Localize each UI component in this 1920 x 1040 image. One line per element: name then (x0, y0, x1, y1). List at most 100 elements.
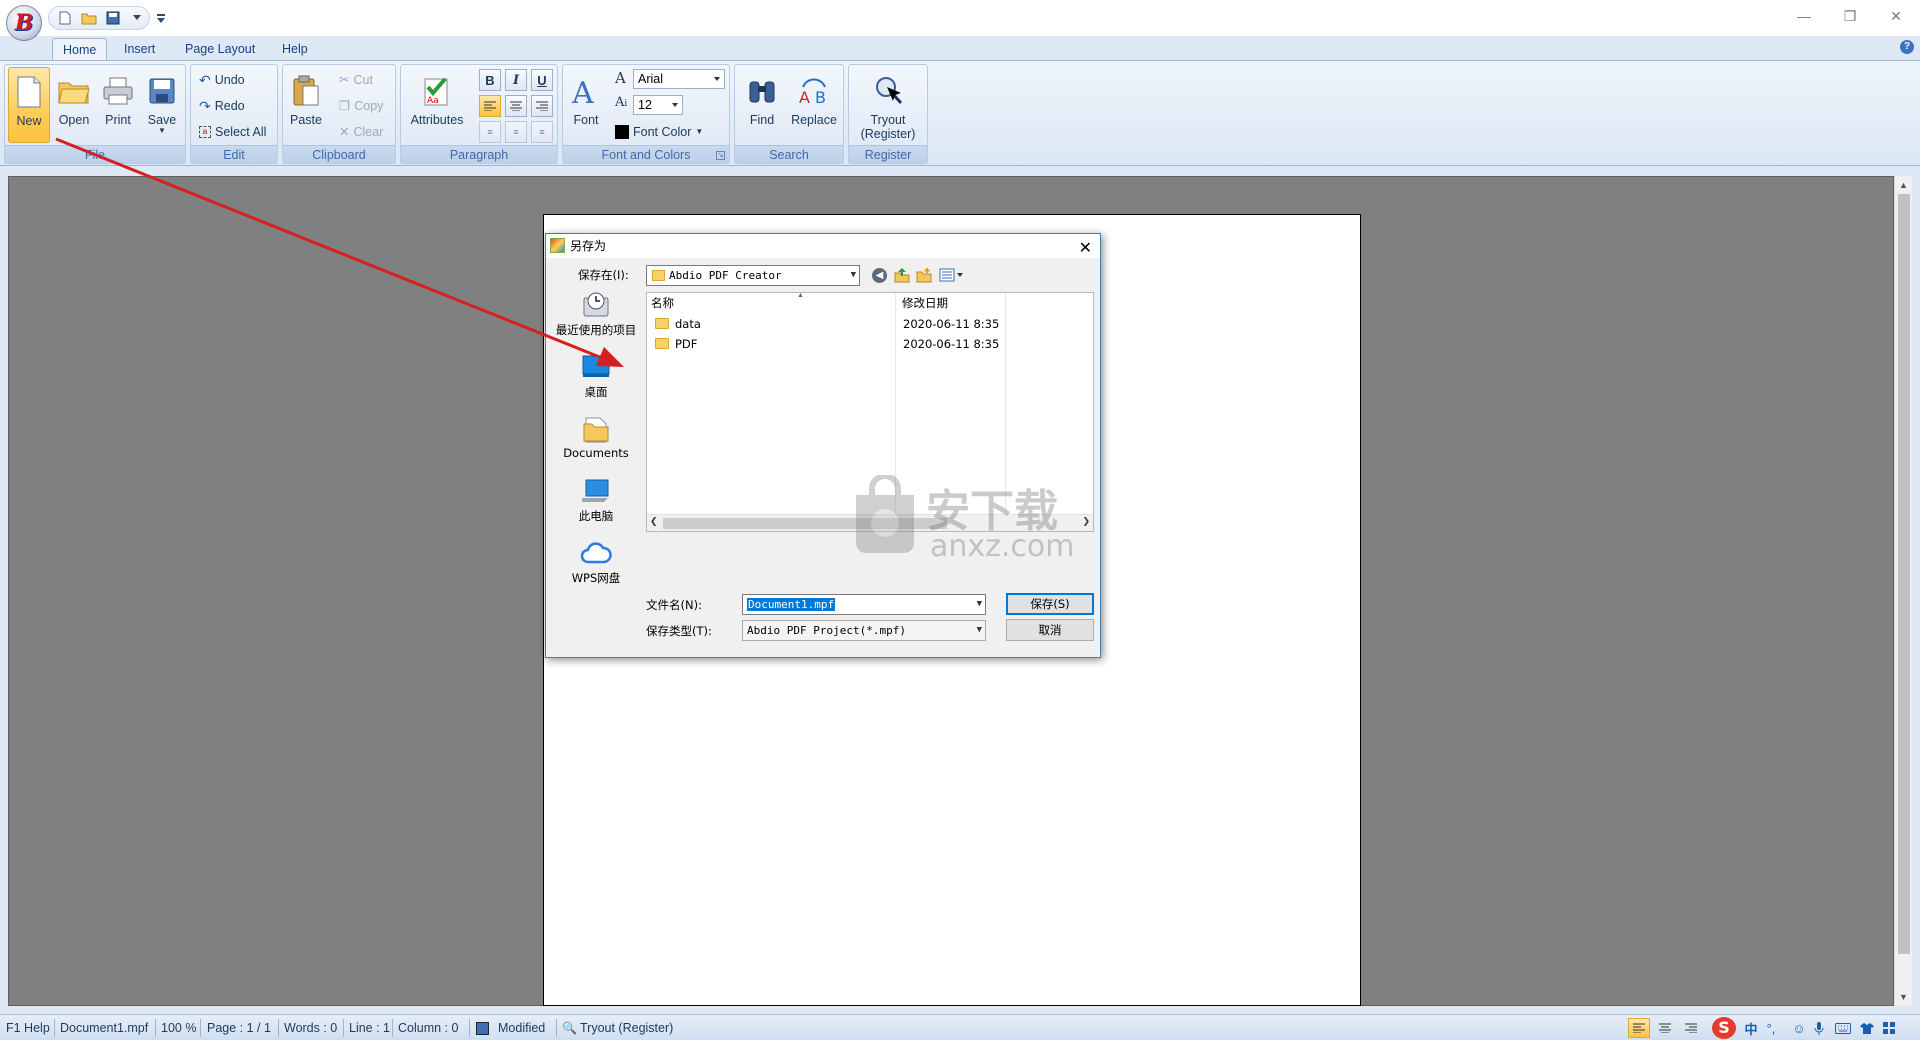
status-tryout[interactable]: Tryout (Register) (580, 1019, 673, 1037)
attributes-label: Attributes (410, 113, 464, 127)
shrink-font-icon[interactable]: Ai (615, 95, 627, 110)
open-button[interactable]: Open (53, 67, 95, 143)
save-in-combo[interactable]: Abdio PDF Creator ▼ (646, 265, 860, 286)
italic-button[interactable]: I (505, 69, 527, 91)
scroll-up-icon[interactable]: ▲ (1899, 180, 1908, 190)
font-name-dropdown-icon[interactable] (712, 70, 722, 88)
tab-insert[interactable]: Insert (114, 38, 165, 60)
save-dropdown-icon[interactable]: ▼ (141, 127, 183, 135)
align-center-button[interactable] (505, 95, 527, 117)
folder-icon (655, 318, 669, 329)
place-documents[interactable]: Documents (552, 414, 640, 460)
font-size-dropdown-icon[interactable] (670, 96, 680, 114)
status-zoom[interactable]: 100 % (161, 1019, 196, 1037)
back-icon[interactable]: ◀ (872, 268, 887, 283)
clear-button[interactable]: ✕ Clear (339, 121, 383, 143)
align-right-icon (536, 101, 548, 111)
keyboard-icon[interactable] (1834, 1018, 1852, 1038)
vertical-scrollbar[interactable]: ▲ ▼ (1894, 176, 1912, 1006)
place-wps-cloud[interactable]: WPS网盘 (552, 538, 640, 586)
dialog-save-button[interactable]: 保存(S) (1006, 593, 1094, 615)
file-row[interactable]: data 2020-06-11 8:35 (653, 315, 1083, 335)
grow-font-icon[interactable]: A (615, 69, 626, 87)
redo-button[interactable]: ↷ Redo (199, 95, 245, 117)
bullet-list-button[interactable]: ≡ (505, 121, 527, 143)
microphone-icon[interactable] (1810, 1018, 1828, 1038)
tab-help[interactable]: Help (272, 38, 318, 60)
undo-button[interactable]: ↶ Undo (199, 69, 245, 91)
place-recent[interactable]: 最近使用的项目 (552, 290, 640, 338)
dialog-close-icon[interactable]: ✕ (1079, 236, 1092, 260)
status-align-left-button[interactable] (1628, 1018, 1650, 1038)
close-window-button[interactable]: ✕ (1876, 4, 1916, 28)
filename-dropdown-icon[interactable]: ▼ (977, 595, 982, 614)
align-right-button[interactable] (531, 95, 553, 117)
toolbox-grid-icon[interactable] (1880, 1018, 1898, 1038)
font-color-button[interactable]: Font Color ▼ (615, 121, 703, 143)
scroll-down-icon[interactable]: ▼ (1899, 992, 1908, 1002)
attributes-button[interactable]: Aa Attributes (409, 67, 465, 143)
customize-qat-icon[interactable] (154, 10, 168, 26)
tryout-register-button[interactable]: Tryout (Register) (857, 67, 919, 147)
restore-button[interactable]: ❐ (1830, 4, 1870, 28)
new-folder-icon[interactable] (916, 267, 932, 283)
paste-button[interactable]: Paste (285, 67, 327, 143)
status-column: Column : 0 (398, 1021, 459, 1035)
new-button[interactable]: New (8, 67, 50, 143)
desktop-icon (580, 352, 612, 382)
status-document-name: Document1.mpf (60, 1021, 149, 1035)
skin-shirt-icon[interactable] (1858, 1018, 1876, 1038)
column-header-name[interactable]: 名称 (651, 295, 674, 311)
svg-text:A: A (799, 88, 810, 107)
save-button[interactable]: Save ▼ (141, 67, 183, 143)
watermark-shield-icon (856, 475, 914, 553)
select-all-label: Select All (215, 125, 267, 139)
tab-home[interactable]: Home (52, 38, 108, 60)
save-in-dropdown-icon[interactable]: ▼ (851, 266, 856, 285)
replace-button[interactable]: AB Replace (787, 67, 841, 143)
app-menu-button[interactable]: B (6, 5, 42, 41)
qat-save-dropdown-icon[interactable] (129, 10, 145, 26)
underline-button[interactable]: U (531, 69, 553, 91)
font-color-dropdown-icon[interactable]: ▼ (695, 121, 703, 143)
indent-button[interactable]: ≡ (531, 121, 553, 143)
numbered-list-button[interactable]: ≡ (479, 121, 501, 143)
up-folder-icon[interactable] (894, 267, 910, 283)
emoji-icon[interactable]: ☺ (1790, 1018, 1808, 1038)
print-button[interactable]: Print (97, 67, 139, 143)
status-align-center-button[interactable] (1654, 1018, 1676, 1038)
qat-save-icon[interactable] (105, 10, 121, 26)
ime-mode-indicator[interactable]: 中 (1742, 1018, 1760, 1038)
select-all-button[interactable]: a Select All (199, 121, 266, 143)
find-button[interactable]: Find (741, 67, 783, 143)
cut-button[interactable]: ✂ Cut (339, 69, 373, 91)
ime-logo-icon[interactable]: S (1712, 1017, 1736, 1039)
font-dialog-launcher-icon[interactable]: ↘ (716, 151, 725, 160)
view-menu-icon[interactable] (939, 267, 965, 283)
copy-button[interactable]: ❐ Copy (339, 95, 383, 117)
help-icon[interactable]: ? (1900, 40, 1914, 54)
qat-open-icon[interactable] (81, 10, 97, 26)
scroll-left-icon[interactable]: ❮ (650, 516, 658, 527)
status-align-right-button[interactable] (1680, 1018, 1702, 1038)
bold-button[interactable]: B (479, 69, 501, 91)
dialog-cancel-button[interactable]: 取消 (1006, 619, 1094, 641)
font-button[interactable]: A Font (565, 67, 607, 143)
qat-new-icon[interactable] (57, 10, 73, 26)
cut-label: Cut (353, 73, 373, 87)
filetype-select[interactable]: Abdio PDF Project(*.mpf) ▼ (742, 620, 986, 641)
font-size-combo[interactable]: 12 (633, 95, 683, 115)
tab-page-layout[interactable]: Page Layout (175, 38, 265, 60)
column-header-date[interactable]: 修改日期 (902, 295, 948, 311)
place-this-pc[interactable]: 此电脑 (552, 476, 640, 524)
place-desktop[interactable]: 桌面 (552, 352, 640, 400)
align-left-button[interactable] (479, 95, 501, 117)
filename-input[interactable]: Document1.mpf ▼ (742, 594, 986, 615)
filetype-dropdown-icon[interactable]: ▼ (977, 621, 982, 640)
minimize-button[interactable]: — (1784, 4, 1824, 28)
clear-icon: ✕ (339, 125, 350, 139)
vertical-scroll-thumb[interactable] (1898, 194, 1910, 954)
punctuation-icon[interactable]: °, (1762, 1018, 1780, 1038)
font-name-combo[interactable]: Arial (633, 69, 725, 89)
file-row[interactable]: PDF 2020-06-11 8:35 (653, 335, 1083, 355)
